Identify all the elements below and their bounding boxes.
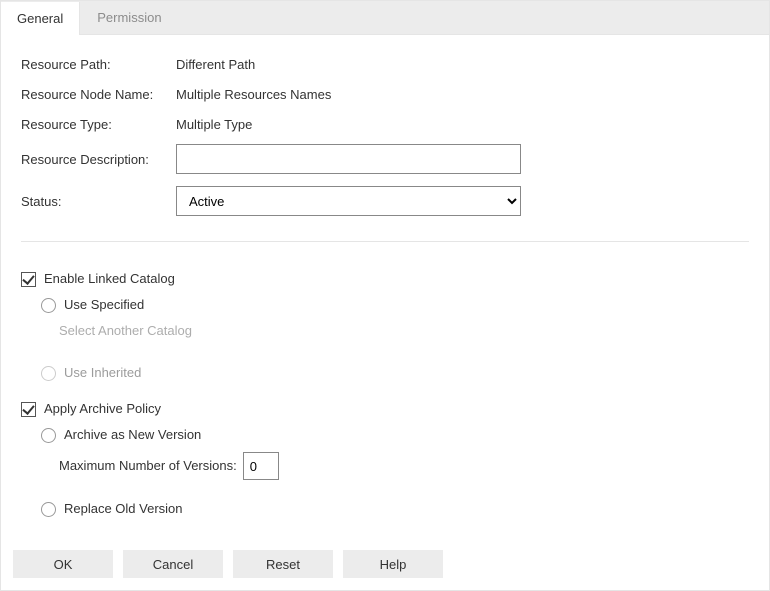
archive-new-version-radio[interactable] [41,428,56,443]
apply-archive-policy-label: Apply Archive Policy [44,400,161,418]
reset-button[interactable]: Reset [233,550,333,578]
row-resource-description: Resource Description: [21,143,749,175]
use-specified-label: Use Specified [64,296,144,314]
use-inherited-radio [41,366,56,381]
row-select-another-catalog: Select Another Catalog [21,322,749,340]
help-button[interactable]: Help [343,550,443,578]
label-resource-path: Resource Path: [21,57,176,72]
section-divider [21,241,749,242]
properties-window: General Permission Resource Path: Differ… [0,0,770,591]
row-apply-archive-policy: Apply Archive Policy [21,400,749,418]
label-resource-description: Resource Description: [21,152,176,167]
archive-new-version-label: Archive as New Version [64,426,201,444]
enable-linked-catalog-label: Enable Linked Catalog [44,270,175,288]
max-versions-label: Maximum Number of Versions: [59,457,237,475]
label-resource-type: Resource Type: [21,117,176,132]
enable-linked-catalog-checkbox[interactable] [21,272,36,287]
cancel-button[interactable]: Cancel [123,550,223,578]
tab-content-general: Resource Path: Different Path Resource N… [1,35,769,518]
ok-button[interactable]: OK [13,550,113,578]
replace-old-version-label: Replace Old Version [64,500,183,518]
tab-bar: General Permission [1,1,769,35]
row-use-inherited: Use Inherited [21,364,749,382]
row-resource-path: Resource Path: Different Path [21,53,749,75]
row-max-versions: Maximum Number of Versions: [21,452,749,480]
row-replace-old-version: Replace Old Version [21,500,749,518]
apply-archive-policy-checkbox[interactable] [21,402,36,417]
label-status: Status: [21,194,176,209]
row-use-specified: Use Specified [21,296,749,314]
resource-description-input[interactable] [176,144,521,174]
status-select[interactable]: Active [176,186,521,216]
value-resource-path: Different Path [176,57,521,72]
value-resource-node-name: Multiple Resources Names [176,87,521,102]
button-bar: OK Cancel Reset Help [13,550,443,578]
row-status: Status: Active [21,185,749,217]
max-versions-input[interactable] [243,452,279,480]
row-resource-node-name: Resource Node Name: Multiple Resources N… [21,83,749,105]
row-enable-linked-catalog: Enable Linked Catalog [21,270,749,288]
tab-permission[interactable]: Permission [80,1,178,34]
tab-general[interactable]: General [1,2,80,35]
select-another-catalog-link: Select Another Catalog [59,322,192,340]
label-resource-node-name: Resource Node Name: [21,87,176,102]
row-resource-type: Resource Type: Multiple Type [21,113,749,135]
row-archive-new-version: Archive as New Version [21,426,749,444]
use-specified-radio[interactable] [41,298,56,313]
use-inherited-label: Use Inherited [64,364,141,382]
replace-old-version-radio[interactable] [41,502,56,517]
value-resource-type: Multiple Type [176,117,521,132]
